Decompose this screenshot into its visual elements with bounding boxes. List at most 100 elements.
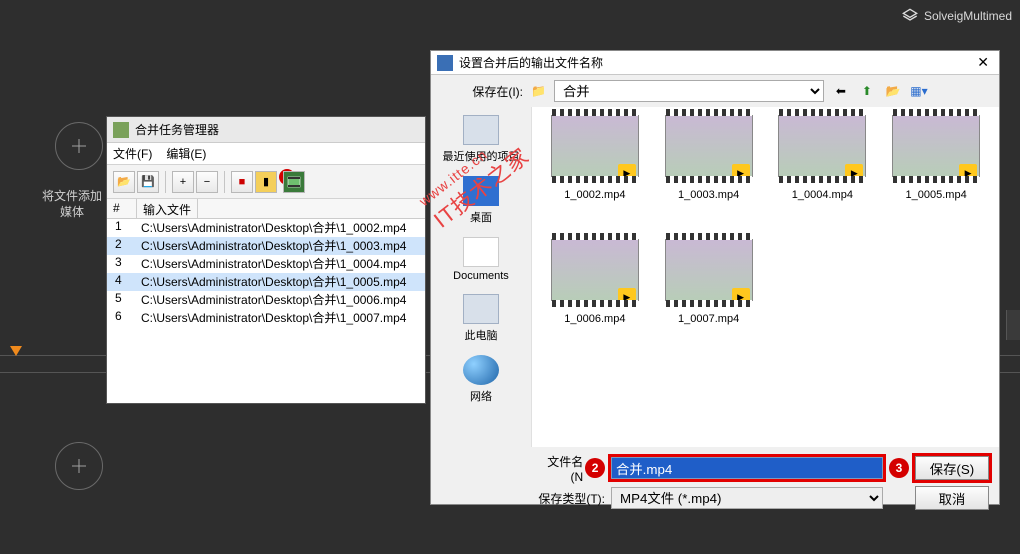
place-label: 此电脑 [465,330,498,342]
task-row[interactable]: 1C:\Users\Administrator\Desktop\合并\1_000… [107,219,425,237]
save-button[interactable]: 保存(S) [915,456,989,480]
add-media-hint: 将文件添加 媒体 [42,188,102,220]
file-item[interactable]: ▶ 1_0006.mp4 [540,239,650,359]
task-window-icon [113,122,129,138]
row-num: 2 [107,237,137,255]
folder-icon: 📁 [531,84,546,98]
up-icon[interactable]: ⬆ [858,82,876,100]
file-item[interactable]: ▶ 1_0007.mp4 [654,239,764,359]
play-badge-icon: ▶ [732,288,750,306]
col-path[interactable]: 输入文件 [137,199,198,218]
save-dialog-bottom: 文件名(N 2 3 保存(S) 保存类型(T): MP4文件 (*.mp4) 取… [431,447,999,513]
save-file-dialog: 设置合并后的输出文件名称 ✕ 保存在(I): 📁 合并 ⬅ ⬆ 📂 ▦▾ 最近使… [430,50,1000,505]
cancel-button[interactable]: 取消 [915,486,989,510]
toolbar-stop-icon[interactable]: ■ [231,171,253,193]
row-num: 1 [107,219,137,237]
toolbar-add-icon[interactable]: + [172,171,194,193]
task-list-header: # 输入文件 [107,199,425,219]
toolbar-separator [165,171,166,193]
video-thumbnail-icon: ▶ [551,115,639,177]
place-label: 桌面 [470,212,492,224]
toolbar-folder-icon[interactable]: ▮ [255,171,277,193]
view-menu-icon[interactable]: ▦▾ [910,82,928,100]
row-num: 4 [107,273,137,291]
file-name: 1_0004.mp4 [792,189,853,201]
file-name: 1_0005.mp4 [906,189,967,201]
filetype-label: 保存类型(T): [535,490,605,507]
save-in-select[interactable]: 合并 [554,80,824,102]
save-dialog-topbar: 保存在(I): 📁 合并 ⬅ ⬆ 📂 ▦▾ [431,75,999,107]
right-panel-tab[interactable] [1006,310,1020,340]
row-path: C:\Users\Administrator\Desktop\合并\1_0007… [137,309,406,327]
film-icon [287,176,301,188]
video-thumbnail-icon: ▶ [665,115,753,177]
video-thumbnail-icon: ▶ [551,239,639,301]
add-media-button-top[interactable] [55,122,103,170]
menu-edit[interactable]: 编辑(E) [166,145,206,162]
task-row[interactable]: 5C:\Users\Administrator\Desktop\合并\1_000… [107,291,425,309]
callout-badge-3: 3 [889,458,909,478]
row-path: C:\Users\Administrator\Desktop\合并\1_0006… [137,291,406,309]
file-name: 1_0003.mp4 [678,189,739,201]
place-label: 网络 [470,391,492,403]
task-row[interactable]: 3C:\Users\Administrator\Desktop\合并\1_000… [107,255,425,273]
save-dialog-titlebar[interactable]: 设置合并后的输出文件名称 ✕ [431,51,999,75]
task-window-title: 合并任务管理器 [135,121,219,138]
col-num[interactable]: # [107,199,137,218]
task-window-titlebar[interactable]: 合并任务管理器 [107,117,425,143]
add-media-button-bottom[interactable] [55,442,103,490]
video-thumbnail-icon: ▶ [778,115,866,177]
row-num: 3 [107,255,137,273]
toolbar-remove-icon[interactable]: − [196,171,218,193]
callout-badge-2: 2 [585,458,605,478]
row-num: 5 [107,291,137,309]
filename-input[interactable] [611,457,883,479]
save-dialog-icon [437,55,453,71]
play-badge-icon: ▶ [732,164,750,182]
task-row[interactable]: 2C:\Users\Administrator\Desktop\合并\1_000… [107,237,425,255]
file-name: 1_0006.mp4 [564,313,625,325]
place-documents[interactable]: Documents [436,233,526,286]
video-thumbnail-icon: ▶ [665,239,753,301]
toolbar-open-icon[interactable]: 📂 [113,171,135,193]
task-row[interactable]: 6C:\Users\Administrator\Desktop\合并\1_000… [107,309,425,327]
file-name: 1_0002.mp4 [564,189,625,201]
place-computer[interactable]: 此电脑 [436,290,526,347]
save-in-label: 保存在(I): [461,83,523,100]
place-recent[interactable]: 最近使用的项目 [436,111,526,168]
place-label: 最近使用的项目 [443,151,520,163]
place-label: Documents [453,270,509,282]
task-window-toolbar: 📂 💾 + − ■ ▮ 1 [107,165,425,199]
back-icon[interactable]: ⬅ [832,82,850,100]
toolbar-run-merge-button[interactable] [283,171,305,193]
new-folder-icon[interactable]: 📂 [884,82,902,100]
merge-task-manager-window: 合并任务管理器 文件(F) 编辑(E) 📂 💾 + − ■ ▮ 1 # 输入文件… [106,116,426,404]
place-network[interactable]: 网络 [436,351,526,408]
close-button[interactable]: ✕ [973,54,993,71]
play-badge-icon: ▶ [959,164,977,182]
toolbar-save-icon[interactable]: 💾 [137,171,159,193]
filename-label: 文件名(N 2 [535,453,605,484]
filetype-select[interactable]: MP4文件 (*.mp4) [611,487,883,509]
play-badge-icon: ▶ [845,164,863,182]
play-badge-icon: ▶ [618,164,636,182]
task-window-menubar: 文件(F) 编辑(E) [107,143,425,165]
task-list: 1C:\Users\Administrator\Desktop\合并\1_000… [107,219,425,327]
row-path: C:\Users\Administrator\Desktop\合并\1_0005… [137,273,406,291]
file-item[interactable]: ▶ 1_0004.mp4 [768,115,878,235]
file-item[interactable]: ▶ 1_0005.mp4 [881,115,991,235]
save-dialog-title: 设置合并后的输出文件名称 [459,54,603,71]
menu-file[interactable]: 文件(F) [113,145,152,162]
file-browser-area[interactable]: ▶ 1_0002.mp4 ▶ 1_0003.mp4 ▶ 1_0004.mp4 ▶ 1_0005… [531,107,999,447]
task-row[interactable]: 4C:\Users\Administrator\Desktop\合并\1_000… [107,273,425,291]
timeline-playhead-icon[interactable] [10,346,22,356]
row-path: C:\Users\Administrator\Desktop\合并\1_0004… [137,255,406,273]
video-thumbnail-icon: ▶ [892,115,980,177]
row-path: C:\Users\Administrator\Desktop\合并\1_0002… [137,219,406,237]
row-path: C:\Users\Administrator\Desktop\合并\1_0003… [137,237,406,255]
row-num: 6 [107,309,137,327]
file-item[interactable]: ▶ 1_0002.mp4 [540,115,650,235]
place-desktop[interactable]: 桌面 [436,172,526,229]
file-item[interactable]: ▶ 1_0003.mp4 [654,115,764,235]
file-name: 1_0007.mp4 [678,313,739,325]
